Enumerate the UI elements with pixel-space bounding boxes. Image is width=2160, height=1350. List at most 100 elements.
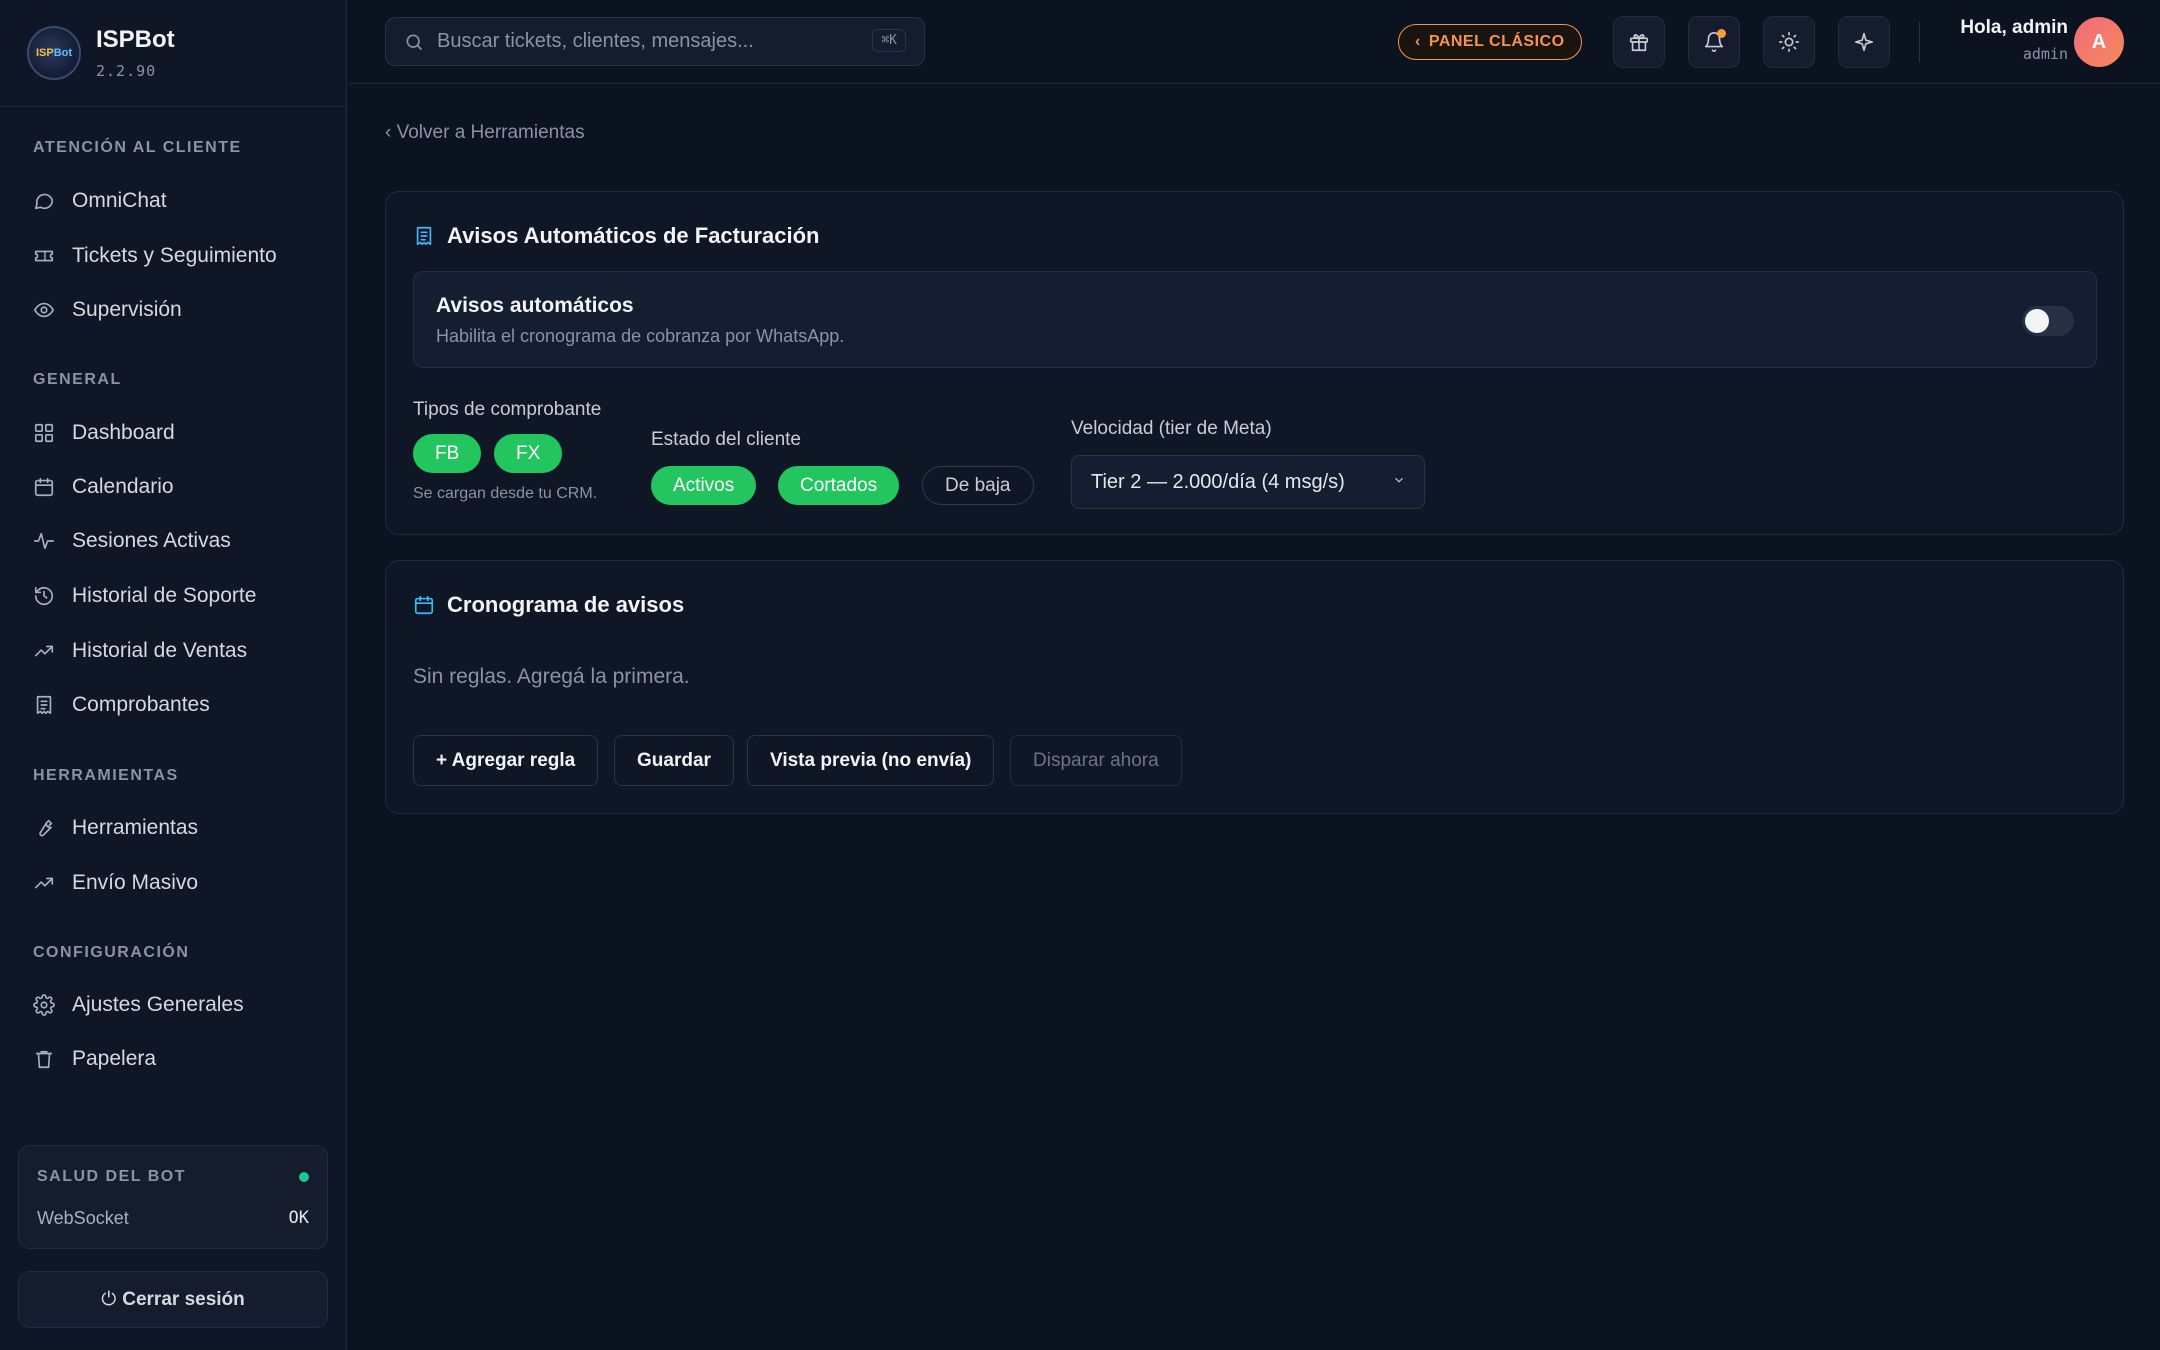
speed-tier-select[interactable]: Tier 2 — 2.000/día (4 msg/s) (1071, 455, 1425, 509)
gear-icon (33, 994, 55, 1016)
client-status-label: Estado del cliente (651, 429, 801, 450)
avatar[interactable]: A (2074, 17, 2124, 67)
trending-up-icon (34, 645, 54, 657)
logo-text-accent: Bot (53, 47, 73, 59)
chip-status-de-baja[interactable]: De baja (922, 466, 1034, 505)
chip-receipt-fb[interactable]: FB (413, 434, 482, 473)
notifications-button[interactable] (1688, 16, 1740, 68)
sparkle-icon (1854, 32, 1874, 52)
setting-description: Habilita el cronograma de cobranza por W… (436, 326, 845, 346)
sidebar-item-dashboard[interactable]: Dashboard (33, 418, 175, 448)
sidebar-item-label: Sesiones Activas (72, 529, 231, 552)
ticket-icon (34, 250, 54, 262)
sidebar-item-label: Historial de Ventas (72, 639, 248, 662)
gift-button[interactable] (1613, 16, 1665, 68)
sidebar-item-label: Papelera (72, 1047, 157, 1070)
sidebar-item-label: OmniChat (72, 189, 167, 212)
history-icon (34, 586, 54, 606)
speed-label: Velocidad (tier de Meta) (1071, 418, 1272, 439)
preview-button[interactable]: Vista previa (no envía) (747, 735, 995, 786)
app-name: ISPBot (96, 26, 175, 53)
sidebar-item-supervision[interactable]: Supervisión (33, 295, 182, 325)
health-value: OK (288, 1208, 309, 1228)
back-link[interactable]: ‹ Volver a Herramientas (385, 122, 585, 144)
search-shortcut: ⌘K (872, 29, 906, 52)
trigger-now-button[interactable]: Disparar ahora (1010, 735, 1182, 786)
trending-up-icon (34, 877, 54, 889)
sidebar-item-label: Herramientas (72, 816, 199, 839)
user-greeting: Hola, admin (1960, 17, 2068, 38)
wrench-icon (39, 819, 53, 837)
chip-status-cortados[interactable]: Cortados (778, 466, 900, 505)
chevron-left-icon: ‹ (1415, 33, 1421, 50)
setting-title: Avisos automáticos (436, 294, 634, 317)
sidebar: ISP Bot ISPBot 2.2.90 ATENCIÓN AL CLIENTE… (0, 0, 347, 1350)
search-input[interactable] (437, 30, 857, 53)
activity-icon (34, 532, 54, 550)
add-rule-button[interactable]: + Agregar regla (413, 735, 599, 786)
receipt-icon (36, 695, 52, 715)
sidebar-item-envio-masivo[interactable]: Envío Masivo (33, 868, 198, 898)
sidebar-item-omnichat[interactable]: OmniChat (33, 186, 167, 216)
sidebar-item-sesiones[interactable]: Sesiones Activas (33, 526, 231, 556)
sidebar-item-papelera[interactable]: Papelera (33, 1044, 156, 1074)
grid-icon (34, 423, 54, 443)
sidebar-item-historial-ventas[interactable]: Historial de Ventas (33, 636, 247, 666)
sidebar-item-label: Calendario (72, 475, 174, 498)
sidebar-item-historial-soporte[interactable]: Historial de Soporte (33, 581, 256, 611)
section-title-configuracion: CONFIGURACIÓN (33, 944, 190, 961)
sidebar-item-tickets[interactable]: Tickets y Seguimiento (33, 241, 277, 271)
sidebar-item-label: Dashboard (72, 421, 175, 444)
app-version: 2.2.90 (96, 62, 157, 80)
sidebar-item-label: Tickets y Seguimiento (72, 244, 277, 267)
sidebar-item-herramientas[interactable]: Herramientas (33, 813, 198, 843)
card-title: Avisos Automáticos de Facturación (413, 223, 819, 249)
notification-dot (1717, 29, 1726, 38)
topbar: ⌘K ‹ PANEL CLÁSICO Hola, admin admin A (348, 0, 2160, 84)
receipt-icon (416, 226, 432, 246)
sidebar-item-label: Historial de Soporte (72, 584, 257, 607)
sidebar-item-calendario[interactable]: Calendario (33, 472, 174, 502)
classic-panel-label: PANEL CLÁSICO (1428, 33, 1565, 50)
schedule-card: Cronograma de avisos Sin reglas. Agregá … (385, 560, 2124, 814)
save-button[interactable]: Guardar (614, 735, 734, 786)
calendar-icon (34, 477, 54, 497)
sidebar-item-ajustes[interactable]: Ajustes Generales (33, 990, 244, 1020)
empty-state-text: Sin reglas. Agregá la primera. (413, 665, 690, 688)
calendar-icon (414, 595, 434, 615)
sidebar-item-comprobantes[interactable]: Comprobantes (33, 690, 210, 720)
search-box[interactable]: ⌘K (385, 17, 925, 66)
section-title-herramientas: HERRAMIENTAS (33, 767, 179, 784)
power-icon: ⏻ (101, 1288, 117, 1310)
billing-notices-card: Avisos Automáticos de Facturación Avisos… (385, 191, 2124, 535)
sidebar-item-label: Comprobantes (72, 693, 210, 716)
search-icon (406, 34, 423, 50)
theme-toggle-button[interactable] (1763, 16, 1815, 68)
auto-notices-setting: Avisos automáticos Habilita el cronogram… (413, 271, 2097, 368)
logo-text: ISP (35, 47, 54, 59)
auto-notices-toggle[interactable] (2022, 306, 2074, 336)
chip-receipt-fx[interactable]: FX (494, 434, 563, 473)
brand-header: ISP Bot ISPBot 2.2.90 (0, 0, 346, 107)
card-title-text: Avisos Automáticos de Facturación (447, 223, 820, 248)
user-info: Hola, admin admin (1960, 17, 2068, 63)
status-dot-icon (299, 1172, 309, 1182)
sidebar-item-label: Supervisión (72, 298, 182, 321)
app-logo[interactable]: ISP Bot (27, 26, 81, 80)
sidebar-item-label: Ajustes Generales (72, 993, 244, 1016)
sun-icon (1779, 32, 1799, 52)
card-title-text: Cronograma de avisos (447, 592, 685, 617)
health-title: SALUD DEL BOT (37, 1168, 186, 1185)
toggle-knob (2025, 309, 2049, 333)
logout-label: Cerrar sesión (122, 1288, 245, 1310)
sidebar-item-label: Envío Masivo (72, 871, 199, 894)
logout-button[interactable]: ⏻ Cerrar sesión (18, 1271, 328, 1328)
classic-panel-button[interactable]: ‹ PANEL CLÁSICO (1398, 24, 1582, 60)
speed-tier-value: Tier 2 — 2.000/día (4 msg/s) (1091, 470, 1345, 493)
ai-assistant-button[interactable] (1838, 16, 1890, 68)
chevron-down-icon (1395, 477, 1403, 483)
trash-icon (35, 1050, 53, 1069)
chat-bubble-icon (34, 193, 54, 210)
eye-icon (34, 302, 54, 318)
chip-status-activos[interactable]: Activos (651, 466, 757, 505)
